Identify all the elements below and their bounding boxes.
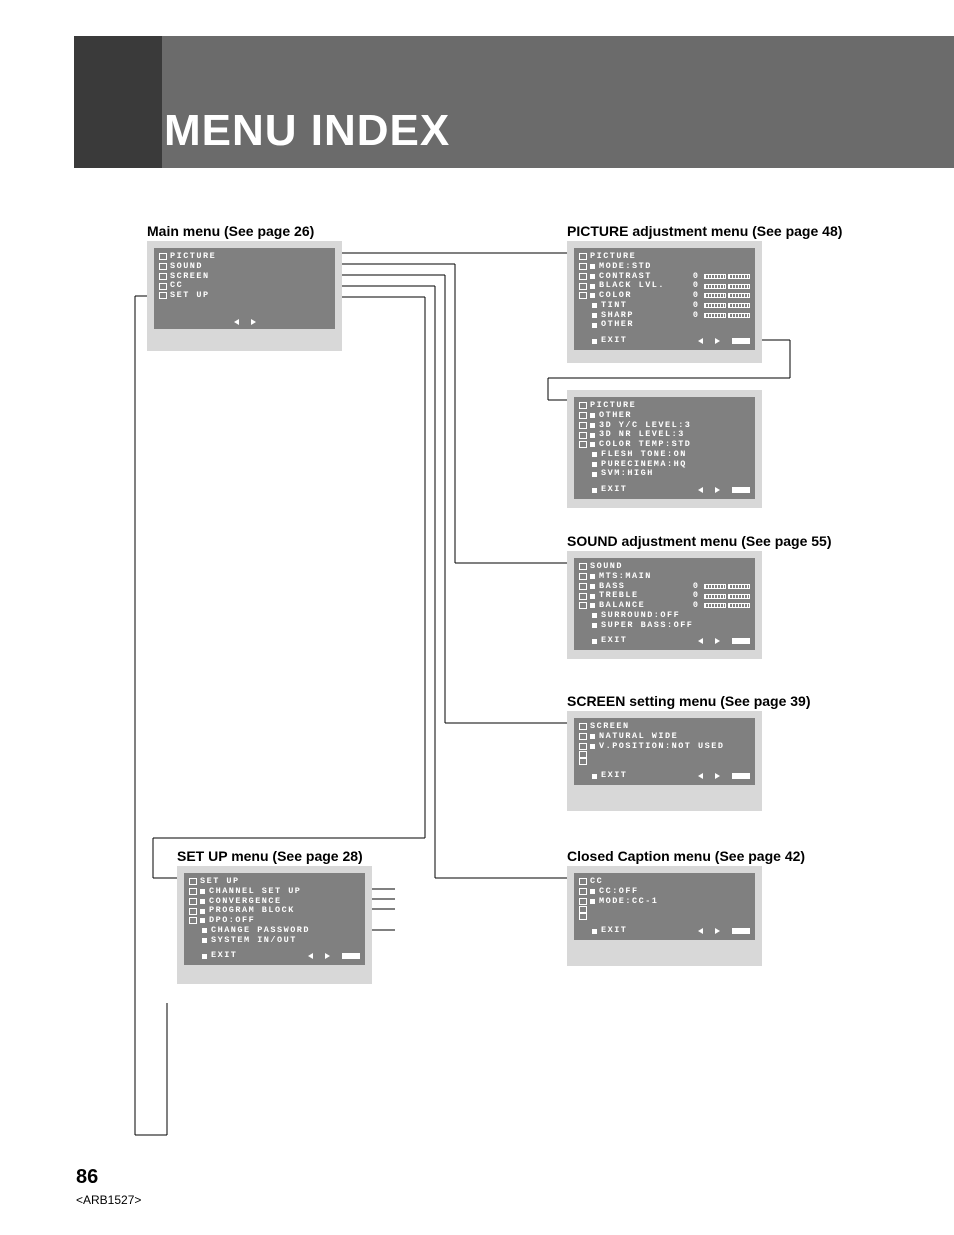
flow-lines: [0, 0, 954, 1235]
exit-label: EXIT: [601, 771, 627, 781]
menu-box-picture-other: PICTURE OTHER 3D Y/C LEVEL:3 3D NR LEVEL…: [567, 390, 762, 508]
menu-box-setup: SET UP CHANNEL SET UP CONVERGENCE PROGRA…: [177, 866, 372, 984]
menu-item-label: OTHER: [601, 320, 634, 330]
label-main-menu: Main menu (See page 26): [147, 223, 314, 239]
page-header: MENU INDEX: [74, 36, 954, 168]
menu-item-label: MODE:CC-1: [599, 897, 658, 907]
sound-icon: [159, 263, 167, 270]
document-code: <ARB1527>: [76, 1193, 141, 1207]
exit-label: EXIT: [601, 926, 627, 936]
setup-icon: [189, 878, 197, 885]
exit-label: EXIT: [601, 485, 627, 495]
menu-item-label: SVM:HIGH: [601, 469, 654, 479]
menu-box-main: PICTURE SOUND SCREEN CC SET UP: [147, 241, 342, 351]
screen-icon: [159, 273, 167, 280]
label-screen-menu: SCREEN setting menu (See page 39): [567, 693, 811, 709]
label-picture-menu: PICTURE adjustment menu (See page 48): [567, 223, 842, 239]
page-title: MENU INDEX: [164, 106, 450, 156]
setup-icon: [159, 292, 167, 299]
menu-box-cc: CC CC:OFF MODE:CC-1 EXIT: [567, 866, 762, 966]
menu-item-label: SET UP: [170, 291, 210, 301]
cc-icon: [579, 878, 587, 885]
exit-label: EXIT: [211, 951, 237, 961]
menu-box-screen: SCREEN NATURAL WIDE V.POSITION:NOT USED …: [567, 711, 762, 811]
cc-icon: [159, 283, 167, 290]
label-setup-menu: SET UP menu (See page 28): [177, 848, 363, 864]
header-accent-dark: [74, 36, 162, 168]
label-sound-menu: SOUND adjustment menu (See page 55): [567, 533, 832, 549]
picture-icon: [159, 253, 167, 260]
page-number: 86: [76, 1166, 98, 1189]
menu-item-label: V.POSITION:NOT USED: [599, 742, 724, 752]
picture-icon: [579, 402, 587, 409]
picture-icon: [579, 253, 587, 260]
screen-icon: [579, 723, 587, 730]
exit-label: EXIT: [601, 636, 627, 646]
exit-label: EXIT: [601, 336, 627, 346]
menu-box-picture: PICTURE MODE:STD CONTRAST0 BLACK LVL.0 C…: [567, 241, 762, 363]
menu-item-label: SYSTEM IN/OUT: [211, 936, 297, 946]
menu-item-label: SUPER BASS:OFF: [601, 621, 693, 631]
sound-icon: [579, 563, 587, 570]
label-cc-menu: Closed Caption menu (See page 42): [567, 848, 805, 864]
menu-box-sound: SOUND MTS:MAIN BASS0 TREBLE0 BALANCE0 SU…: [567, 551, 762, 659]
